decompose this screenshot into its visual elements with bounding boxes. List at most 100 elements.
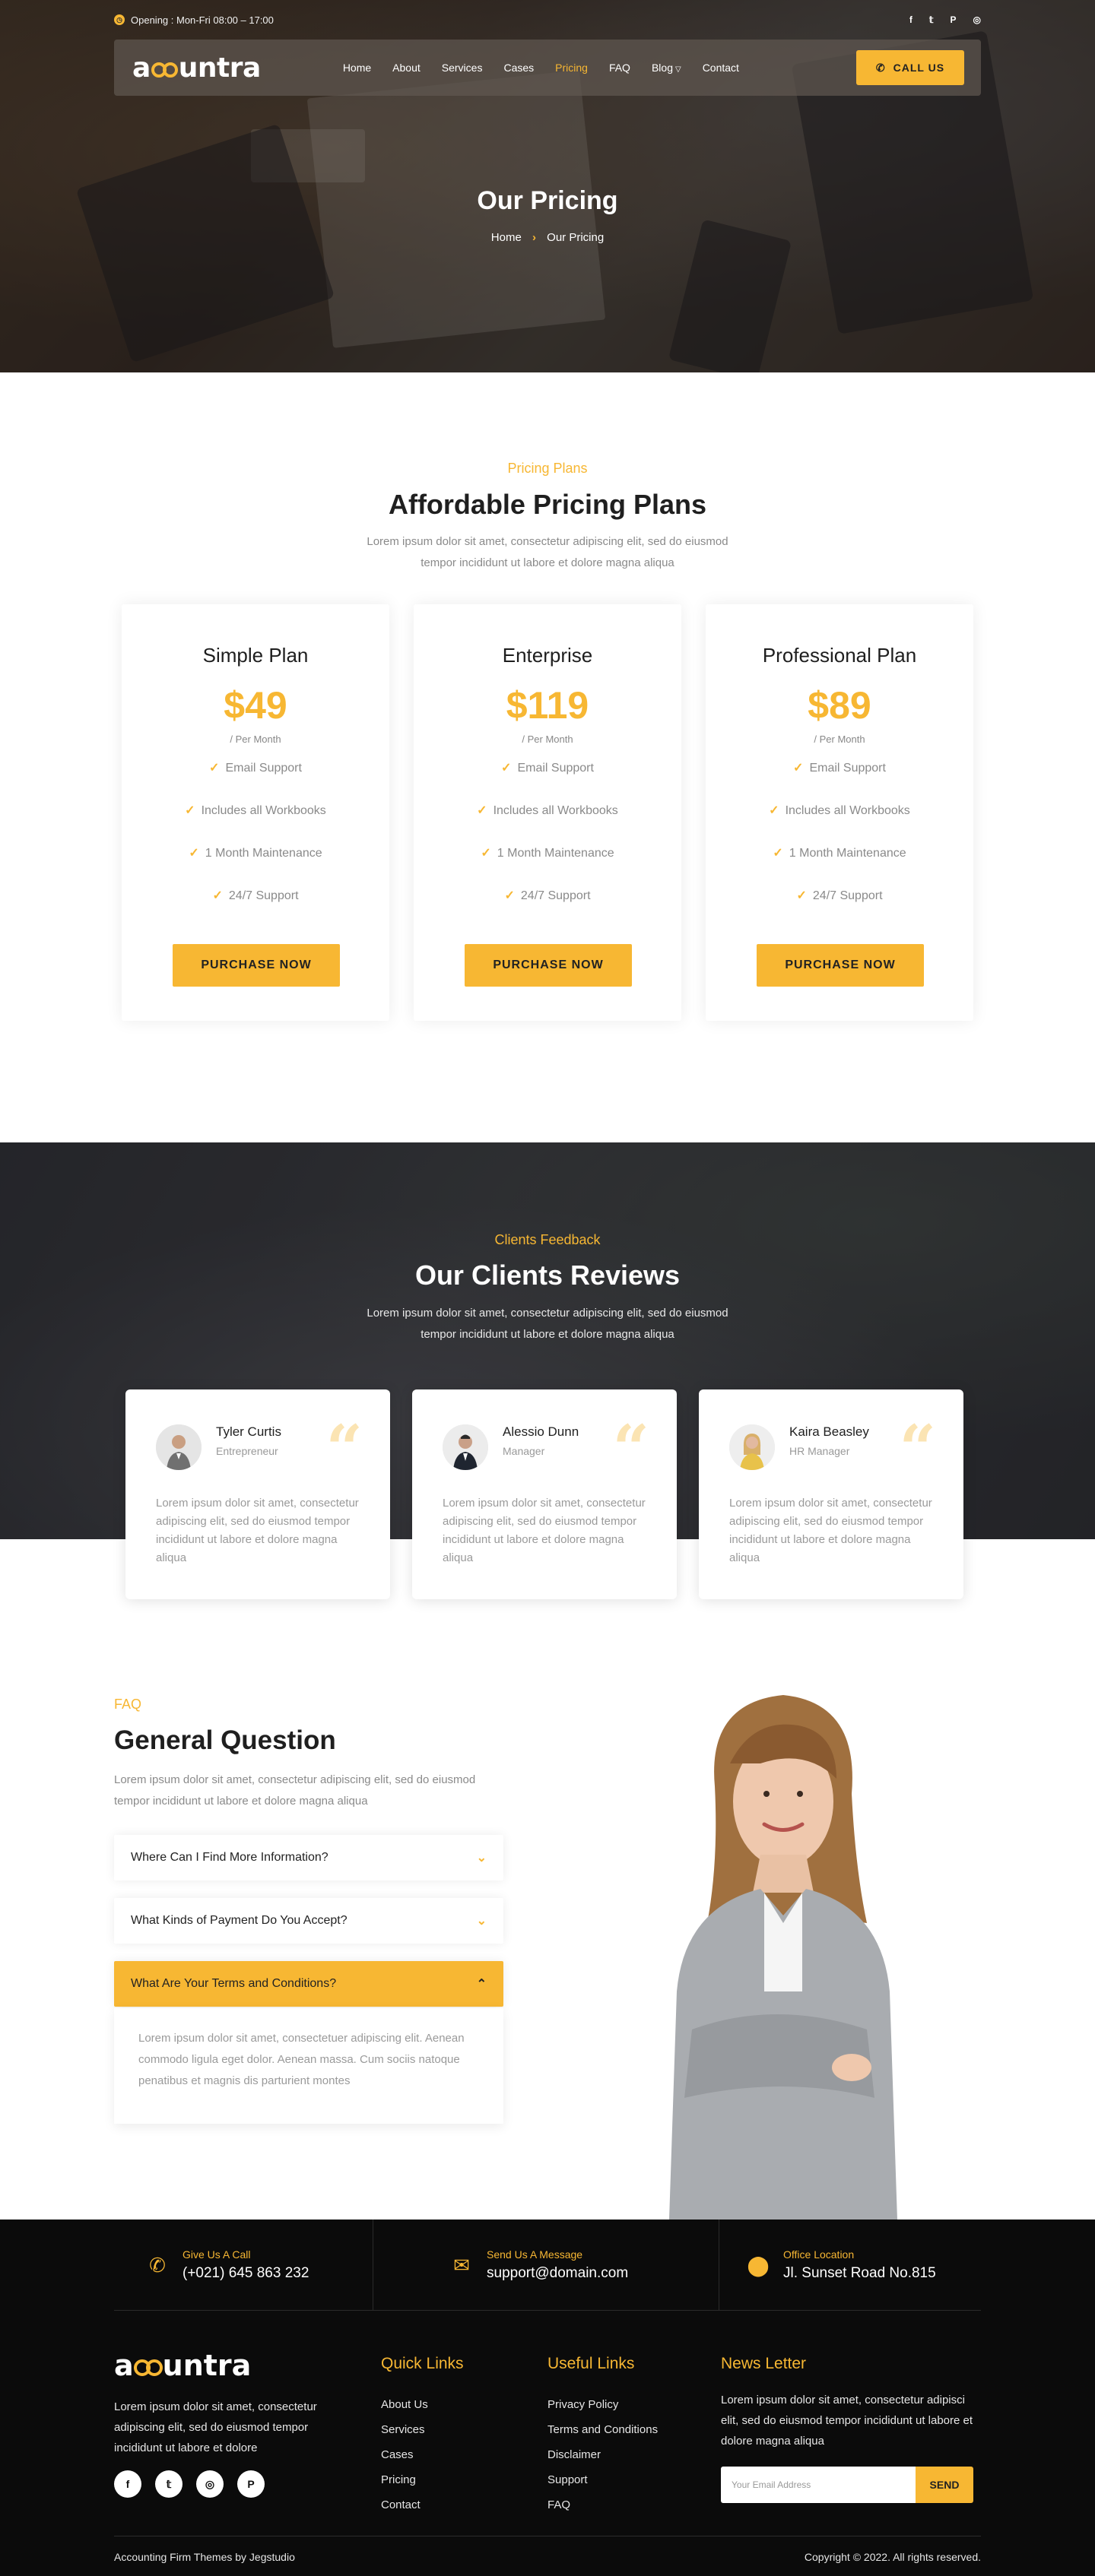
pinterest-icon[interactable]: P (237, 2470, 265, 2498)
footer-link[interactable]: Support (548, 2467, 658, 2492)
opening-hours: ◷ Opening : Mon-Fri 08:00 – 17:00 (114, 14, 274, 26)
plan-feature: ✓ Email Support (414, 760, 681, 775)
faq-section-title: General Question (114, 1725, 336, 1755)
faq-answer: Lorem ipsum dolor sit amet, consectetuer… (114, 2008, 503, 2124)
contact-title: Office Location (783, 2248, 855, 2261)
brand-logo[interactable]: a untra (132, 52, 261, 84)
chevron-down-icon: ⌄ (476, 1915, 487, 1928)
brand-logo-suffix: untra (178, 52, 262, 84)
plan-price: $89 (808, 684, 871, 727)
clock-icon: ◷ (114, 14, 125, 25)
page-title: Our Pricing (477, 186, 618, 215)
hero-section: ◷ Opening : Mon-Fri 08:00 – 17:00 f 𝕥 P … (0, 0, 1095, 372)
plan-feature-text: Includes all Workbooks (785, 804, 910, 817)
pricing-desc-line: Lorem ipsum dolor sit amet, consectetur … (367, 535, 728, 548)
avatar (729, 1424, 775, 1470)
check-icon: ✓ (793, 762, 804, 775)
twitter-icon[interactable]: 𝕥 (155, 2470, 182, 2498)
footer-link[interactable]: Terms and Conditions (548, 2417, 658, 2442)
instagram-icon[interactable]: ◎ (196, 2470, 224, 2498)
footer-link[interactable]: Disclaimer (548, 2442, 658, 2467)
footer-link[interactable]: Contact (381, 2492, 428, 2517)
useful-links-heading: Useful Links (548, 2355, 635, 2372)
main-navbar: a untra Home About Services Cases Pricin… (114, 40, 981, 96)
nav-menu: Home About Services Cases Pricing FAQ Bl… (343, 62, 739, 74)
facebook-icon[interactable]: f (114, 2470, 141, 2498)
review-text: Lorem ipsum dolor sit amet, consectetur … (443, 1497, 646, 1564)
faq-question-open[interactable]: What Are Your Terms and Conditions? ⌃ (114, 1961, 503, 2007)
reviewer-role: Manager (503, 1445, 545, 1457)
check-icon: ✓ (212, 889, 223, 902)
plan-feature-text: 1 Month Maintenance (205, 847, 322, 860)
review-card: Alessio Dunn Manager “ Lorem ipsum dolor… (412, 1389, 677, 1599)
reviews-section-label: Clients Feedback (494, 1232, 601, 1247)
plan-feature-text: 1 Month Maintenance (497, 847, 614, 860)
breadcrumb-current: Our Pricing (547, 231, 605, 244)
instagram-icon[interactable]: ◎ (973, 14, 981, 25)
phone-icon: ✆ (875, 61, 886, 74)
contact-title: Send Us A Message (487, 2248, 583, 2261)
call-us-button[interactable]: ✆ CALL US (856, 50, 964, 85)
check-icon: ✓ (504, 889, 515, 902)
nav-item-services[interactable]: Services (442, 62, 483, 74)
footer-copyright: Copyright © 2022. All rights reserved. (804, 2551, 981, 2563)
plan-feature: ✓ Email Support (122, 760, 389, 775)
brand-logo-rings (151, 58, 178, 78)
footer-social-links: f 𝕥 ◎ P (114, 2470, 265, 2498)
pinterest-icon[interactable]: P (951, 14, 957, 25)
breadcrumb-home[interactable]: Home (491, 231, 522, 244)
pricing-card: Simple Plan $49 / Per Month ✓ Email Suppo… (122, 604, 389, 1021)
footer-link[interactable]: Cases (381, 2442, 428, 2467)
newsletter-email-input[interactable]: Your Email Address (721, 2467, 916, 2503)
purchase-now-button[interactable]: PURCHASE NOW (465, 944, 632, 987)
plan-name: Enterprise (502, 644, 593, 667)
pricing-section-desc: Lorem ipsum dolor sit amet, consectetur … (350, 531, 745, 574)
contact-value[interactable]: (+021) 645 863 232 (182, 2265, 309, 2282)
contact-location: ⬤ Office Location Jl. Sunset Road No.815 (745, 2220, 935, 2311)
chevron-right-icon: › (532, 231, 536, 244)
twitter-icon[interactable]: 𝕥 (929, 14, 934, 25)
footer-credit: Accounting Firm Themes by Jegstudio (114, 2551, 295, 2563)
footer-logo[interactable]: a untra (114, 2349, 251, 2382)
plan-feature-text: Email Support (809, 762, 886, 775)
brand-logo-prefix: a (132, 52, 151, 84)
check-icon: ✓ (769, 804, 779, 817)
purchase-now-button[interactable]: PURCHASE NOW (173, 944, 340, 987)
nav-item-faq[interactable]: FAQ (609, 62, 630, 74)
plan-period: / Per Month (814, 734, 865, 745)
nav-item-pricing[interactable]: Pricing (555, 62, 588, 74)
plan-name: Simple Plan (202, 644, 309, 667)
pricing-desc-line: tempor incididunt ut labore et dolore ma… (421, 556, 674, 569)
purchase-now-button[interactable]: PURCHASE NOW (757, 944, 924, 987)
facebook-icon[interactable]: f (909, 14, 912, 25)
useful-links-list: Privacy Policy Terms and Conditions Disc… (548, 2392, 658, 2517)
faq-question-text: Where Can I Find More Information? (131, 1851, 328, 1864)
nav-item-blog[interactable]: Blog ▽ (652, 62, 681, 74)
faq-question-text: What Are Your Terms and Conditions? (131, 1977, 337, 1990)
faq-section-label: FAQ (114, 1697, 142, 1712)
nav-item-about[interactable]: About (392, 62, 421, 74)
chevron-down-icon: ⌄ (476, 1852, 487, 1865)
plan-feature-text: 1 Month Maintenance (789, 847, 906, 860)
faq-question-text: What Kinds of Payment Do You Accept? (131, 1914, 348, 1927)
contact-value[interactable]: support@domain.com (487, 2265, 628, 2282)
newsletter-desc: Lorem ipsum dolor sit amet, consectetur … (721, 2394, 973, 2448)
nav-item-contact[interactable]: Contact (703, 62, 739, 74)
quote-icon: “ (899, 1411, 936, 1486)
quick-links-list: About Us Services Cases Pricing Contact (381, 2392, 428, 2517)
footer-link[interactable]: Pricing (381, 2467, 428, 2492)
plan-period: / Per Month (522, 734, 573, 745)
nav-item-home[interactable]: Home (343, 62, 371, 74)
page: ◷ Opening : Mon-Fri 08:00 – 17:00 f 𝕥 P … (0, 0, 1095, 2576)
reviewer-name: Alessio Dunn (503, 1424, 579, 1439)
review-card: Kaira Beasley HR Manager “ Lorem ipsum d… (699, 1389, 963, 1599)
footer-link[interactable]: About Us (381, 2392, 428, 2417)
plan-feature: ✓ Includes all Workbooks (706, 803, 973, 818)
nav-item-cases[interactable]: Cases (503, 62, 534, 74)
footer-link[interactable]: Privacy Policy (548, 2392, 658, 2417)
newsletter-send-button[interactable]: SEND (916, 2467, 973, 2503)
faq-question[interactable]: What Kinds of Payment Do You Accept? ⌄ (114, 1898, 503, 1944)
footer-link[interactable]: Services (381, 2417, 428, 2442)
faq-question[interactable]: Where Can I Find More Information? ⌄ (114, 1835, 503, 1881)
footer-link[interactable]: FAQ (548, 2492, 658, 2517)
